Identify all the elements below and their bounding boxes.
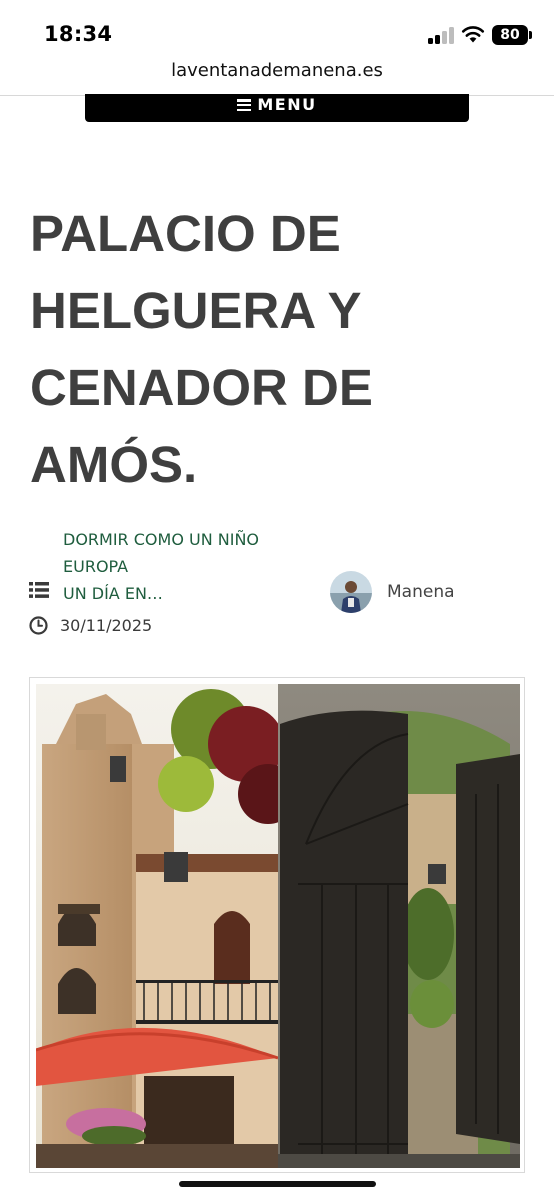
- menu-label: MENU: [257, 95, 317, 114]
- post-title-line: PALACIO DE: [30, 205, 341, 262]
- status-bar: 18:34 80: [0, 0, 554, 60]
- category-list-icon: [29, 582, 49, 598]
- signal-icon: [428, 27, 454, 44]
- author-name[interactable]: Manena: [387, 582, 455, 602]
- post-title-line: AMÓS.: [30, 436, 198, 493]
- post-title-line: HELGUERA Y: [30, 282, 362, 339]
- category-link-un-dia-en[interactable]: UN DÍA EN…: [63, 580, 259, 607]
- featured-image[interactable]: [29, 677, 525, 1173]
- author-avatar[interactable]: [330, 571, 372, 613]
- url-bar[interactable]: laventanademanena.es: [0, 60, 554, 96]
- battery-icon: 80: [492, 25, 528, 45]
- clock-icon: [29, 616, 48, 635]
- category-link-europa[interactable]: EUROPA: [63, 553, 259, 580]
- status-time: 18:34: [44, 22, 113, 46]
- wifi-icon: [461, 26, 485, 43]
- menu-button[interactable]: MENU: [85, 94, 469, 122]
- category-link-dormir[interactable]: DORMIR COMO UN NIÑO: [63, 526, 259, 553]
- avatar-photo: [330, 571, 372, 613]
- hamburger-icon: [237, 99, 252, 111]
- url-text: laventanademanena.es: [171, 60, 383, 81]
- post-title-line: CENADOR DE: [30, 359, 373, 416]
- home-indicator[interactable]: [179, 1181, 376, 1187]
- post-title: PALACIO DE HELGUERA Y CENADOR DE AMÓS.: [30, 195, 450, 503]
- post-date: 30/11/2025: [60, 616, 153, 635]
- battery-tip: [529, 31, 532, 39]
- category-links: DORMIR COMO UN NIÑO EUROPA UN DÍA EN…: [63, 526, 259, 607]
- featured-photo-collage: [36, 684, 520, 1168]
